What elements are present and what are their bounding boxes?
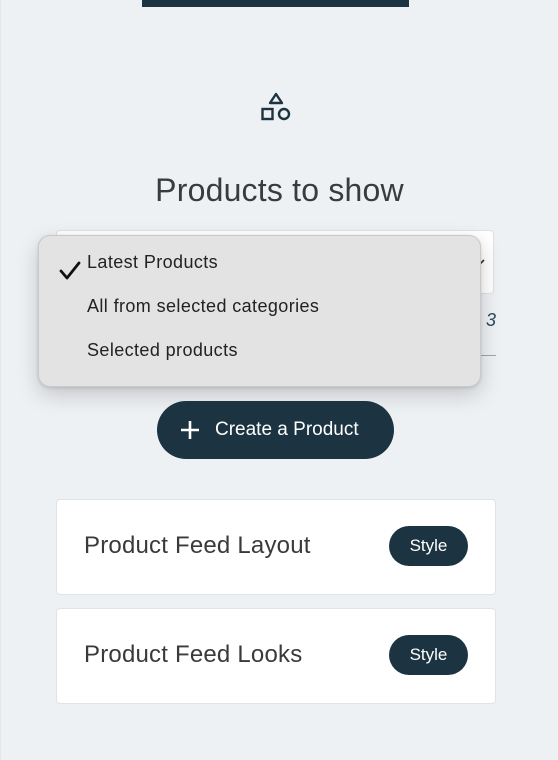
create-product-button[interactable]: Create a Product bbox=[157, 401, 394, 459]
create-product-label: Create a Product bbox=[215, 419, 359, 440]
products-dropdown-menu: Latest Products All from selected catego… bbox=[38, 235, 481, 387]
dropdown-option-selected-products[interactable]: Selected products bbox=[87, 340, 238, 361]
product-feed-looks-card: Product Feed Looks Style bbox=[56, 608, 496, 704]
card-title: Product Feed Looks bbox=[84, 641, 303, 668]
shapes-icon bbox=[261, 92, 291, 121]
dropdown-option-all-from-selected-categories[interactable]: All from selected categories bbox=[87, 296, 319, 317]
style-button[interactable]: Style bbox=[389, 635, 468, 675]
card-title: Product Feed Layout bbox=[84, 532, 311, 559]
dropdown-option-latest-products[interactable]: Latest Products bbox=[87, 252, 218, 273]
editor-panel: Products to show 3 Latest Products All f… bbox=[0, 0, 558, 760]
product-feed-layout-card: Product Feed Layout Style bbox=[56, 499, 496, 595]
product-count-value: 3 bbox=[485, 310, 496, 330]
active-tab-indicator bbox=[142, 0, 409, 7]
plus-icon bbox=[181, 421, 199, 439]
style-button[interactable]: Style bbox=[389, 526, 468, 566]
section-title: Products to show bbox=[155, 172, 404, 208]
checkmark-icon bbox=[59, 261, 81, 280]
